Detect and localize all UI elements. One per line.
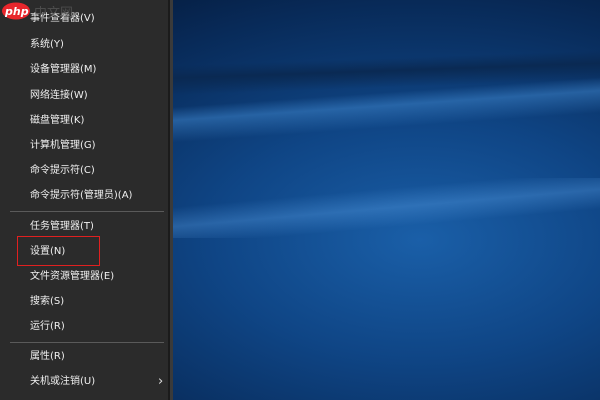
menu-item-run[interactable]: 运行(R) — [30, 321, 65, 333]
menu-border — [170, 0, 173, 400]
menu-separator — [10, 342, 164, 343]
menu-item-device-manager[interactable]: 设备管理器(M) — [30, 64, 96, 76]
menu-item-command-prompt[interactable]: 命令提示符(C) — [30, 165, 95, 177]
menu-item-properties[interactable]: 属性(R) — [30, 351, 65, 363]
menu-item-system[interactable]: 系统(Y) — [30, 39, 64, 51]
chevron-right-icon[interactable]: › — [158, 374, 163, 389]
menu-item-command-prompt-admin[interactable]: 命令提示符(管理员)(A) — [30, 190, 132, 202]
menu-item-shutdown-signout[interactable]: 关机或注销(U) — [30, 376, 95, 388]
winx-context-menu: 事件查看器(V) 系统(Y) 设备管理器(M) 网络连接(W) 磁盘管理(K) … — [0, 0, 170, 400]
watermark-logo: php 中文网 — [2, 2, 73, 21]
wallpaper-light-streak — [172, 178, 600, 238]
svg-text:中文网: 中文网 — [34, 6, 73, 21]
menu-separator — [10, 211, 164, 212]
menu-item-disk-management[interactable]: 磁盘管理(K) — [30, 115, 84, 127]
svg-text:php: php — [4, 5, 29, 18]
menu-item-search[interactable]: 搜索(S) — [30, 296, 64, 308]
menu-item-network-connections[interactable]: 网络连接(W) — [30, 90, 88, 102]
menu-item-task-manager[interactable]: 任务管理器(T) — [30, 221, 94, 233]
menu-item-computer-management[interactable]: 计算机管理(G) — [30, 140, 96, 152]
highlight-box — [17, 236, 100, 266]
menu-item-file-explorer[interactable]: 文件资源管理器(E) — [30, 271, 114, 283]
